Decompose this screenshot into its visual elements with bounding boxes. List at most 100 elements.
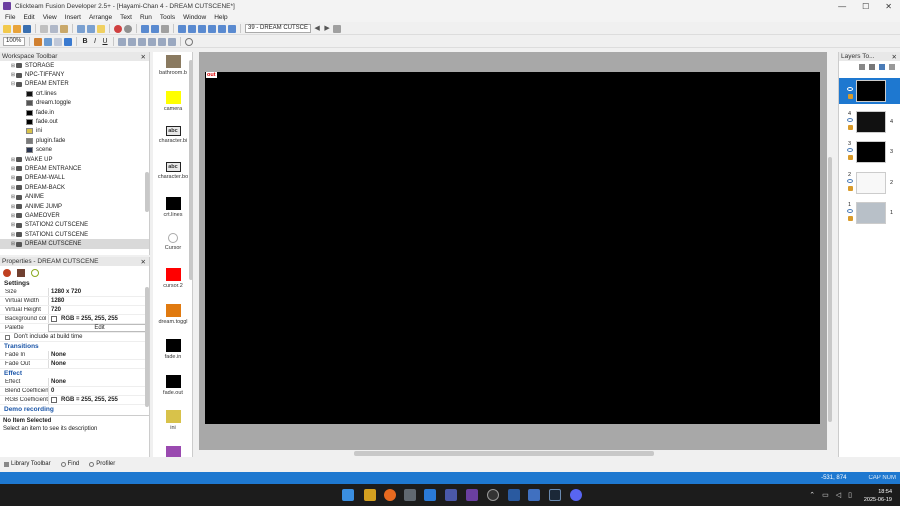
tree-frame-item[interactable]: ⊞ WAKE UP (0, 155, 149, 164)
data-elements-icon[interactable] (218, 24, 226, 33)
align-center-icon[interactable] (128, 37, 136, 46)
eye-icon[interactable] (847, 148, 853, 152)
tab-find[interactable]: Find (60, 461, 79, 467)
prop-virtual-height[interactable]: Virtual Height 720 (0, 306, 149, 315)
layer-item[interactable]: 11 (839, 200, 900, 226)
app-terminal-icon[interactable] (404, 489, 416, 501)
open-folder-icon[interactable] (13, 24, 21, 33)
object-item[interactable]: camera (153, 90, 193, 112)
object-item[interactable]: fade.in (153, 339, 193, 360)
lock-icon[interactable] (848, 216, 853, 221)
panel-close-icon[interactable]: ✕ (892, 53, 897, 61)
lock-icon[interactable] (848, 94, 853, 99)
menu-view[interactable]: View (43, 14, 57, 21)
settings-section[interactable]: Settings (0, 279, 149, 288)
tree-frame-item[interactable]: ⊞ NPC-TIFFANY (0, 70, 149, 79)
tree-object-item[interactable]: fade.in (0, 108, 149, 117)
frame-canvas[interactable] (205, 72, 820, 424)
horizontal-scrollbar[interactable] (199, 450, 833, 457)
tree-frame-item[interactable]: ⊞ STATION2 CUTSCENE (0, 221, 149, 230)
lock-icon[interactable] (848, 124, 853, 130)
paste-icon[interactable] (60, 24, 68, 33)
object-item[interactable]: Cursor (153, 232, 193, 251)
snap-icon[interactable] (151, 24, 159, 33)
prop-fade-in[interactable]: Fade In None (0, 351, 149, 360)
lightbulb-icon[interactable] (97, 24, 105, 33)
battery-icon[interactable]: ▯ (848, 491, 852, 499)
demo-recording-section[interactable]: Demo recording (0, 405, 149, 414)
app-tool-icon[interactable] (508, 489, 520, 501)
menu-text[interactable]: Text (120, 14, 132, 21)
delete-layer-icon[interactable] (889, 64, 895, 70)
object-item[interactable]: dream.toggl (153, 303, 193, 325)
layer-visibility-icon[interactable] (879, 64, 885, 70)
vertical-scroll-thumb[interactable] (828, 157, 832, 422)
app-folder-icon[interactable] (364, 489, 376, 501)
color-icon[interactable] (54, 37, 62, 46)
start-icon[interactable] (342, 489, 354, 501)
layer-item[interactable]: 22 (839, 170, 900, 196)
tree-frame-item[interactable]: ⊞ STORAGE (0, 61, 149, 70)
gear-icon[interactable] (3, 268, 11, 277)
prop-include-build[interactable]: Don't include at build time (0, 333, 149, 342)
tree-frame-item[interactable]: ⊞ ANIME (0, 192, 149, 201)
runtime-options-icon[interactable] (17, 268, 25, 277)
frame-object-tag[interactable]: out (206, 72, 217, 78)
tree-object-item[interactable]: ini (0, 127, 149, 136)
transitions-section[interactable]: Transitions (0, 342, 149, 351)
tray-chevron-icon[interactable]: ⌃ (809, 491, 815, 499)
workspace-scrollbar[interactable] (145, 172, 149, 212)
tree-frame-item[interactable]: ⊞ DREAM CUTSCENE (0, 239, 149, 249)
menu-help[interactable]: Help (214, 14, 227, 21)
italic-icon[interactable]: I (91, 38, 99, 46)
menu-edit[interactable]: Edit (23, 14, 34, 21)
prop-fade-out[interactable]: Fade Out None (0, 360, 149, 369)
tab-profiler[interactable]: Profiler (89, 461, 115, 467)
taskbar-clock[interactable]: 18:54 2025-06-19 (864, 488, 892, 504)
app-chart-icon[interactable] (528, 489, 540, 501)
steam-icon[interactable] (549, 489, 561, 501)
prop-effect[interactable]: Effect None (0, 378, 149, 387)
search-icon[interactable] (185, 37, 193, 46)
panel-close-icon[interactable]: ✕ (141, 53, 146, 61)
prop-rgb-coefficient[interactable]: RGB Coefficient RGB = 255, 255, 255 (0, 396, 149, 405)
prop-background-color[interactable]: Background col RGB = 255, 255, 255 (0, 315, 149, 324)
frame-selector[interactable]: 39 - DREAM CUTSCE (245, 24, 312, 33)
network-icon[interactable]: ▭ (822, 491, 829, 499)
include-checkbox[interactable] (5, 334, 10, 340)
zoom-combo[interactable]: 100% (3, 37, 25, 46)
tree-frame-item[interactable]: ⊞ STATION1 CUTSCENE (0, 230, 149, 239)
refresh-icon[interactable] (124, 24, 132, 33)
tree-frame-item[interactable]: ⊞ DREAM-WALL (0, 174, 149, 183)
stop-icon[interactable] (114, 24, 122, 33)
object-item[interactable]: ini (153, 410, 193, 431)
storyboard-icon[interactable] (198, 24, 206, 33)
tree-frame-item[interactable]: ⊞ DREAM ENTRANCE (0, 164, 149, 173)
align-left-icon[interactable] (118, 37, 126, 46)
object-item[interactable]: crt.lines (153, 197, 193, 218)
object-item[interactable]: fade.out (153, 374, 193, 396)
eye-icon[interactable] (847, 117, 853, 122)
vertical-scrollbar[interactable] (827, 52, 833, 450)
prop-size[interactable]: Size 1280 x 720 (0, 288, 149, 297)
font-icon[interactable] (44, 37, 52, 46)
eye-icon[interactable] (847, 87, 853, 91)
app-editor-icon[interactable] (445, 489, 457, 501)
tree-object-item[interactable]: dream.toggle (0, 99, 149, 108)
underline-icon[interactable]: U (101, 38, 109, 46)
menu-window[interactable]: Window (183, 14, 206, 21)
tree-frame-item[interactable]: ⊟ DREAM ENTER (0, 80, 149, 89)
properties-scrollbar[interactable] (145, 287, 149, 407)
prev-frame-icon[interactable]: ◀ (313, 25, 321, 33)
app-media-icon[interactable] (424, 489, 436, 501)
tree-frame-item[interactable]: ⊞ GAMEOVER (0, 211, 149, 220)
save-icon[interactable] (23, 24, 31, 33)
align-middle-icon[interactable] (158, 37, 166, 46)
prop-virtual-width[interactable]: Virtual Width 1280 (0, 297, 149, 306)
grid-icon[interactable] (141, 24, 149, 33)
tree-object-item[interactable]: fade.out (0, 117, 149, 126)
object-item[interactable]: abc character.bi (153, 126, 193, 144)
panel-close-icon[interactable]: ✕ (141, 258, 146, 266)
frame-options-icon[interactable] (333, 24, 342, 33)
effect-section[interactable]: Effect (0, 369, 149, 378)
